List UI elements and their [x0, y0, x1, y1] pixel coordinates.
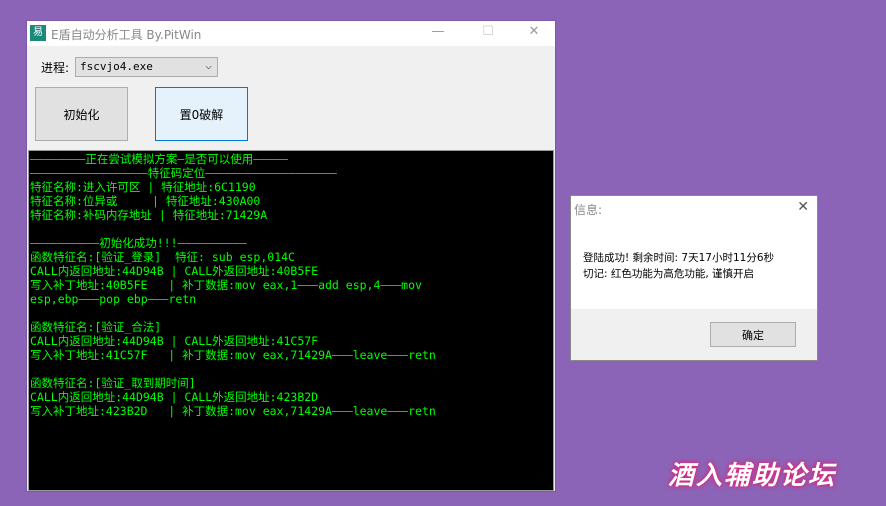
chevron-down-icon: ⌵	[205, 59, 212, 72]
info-dialog: 信息: ✕ 登陆成功! 剩余时间: 7天17小时11分6秒 切记: 红色功能为高…	[570, 195, 818, 361]
dialog-line-1: 登陆成功! 剩余时间: 7天17小时11分6秒	[583, 252, 775, 264]
console-line: 写入补丁地址:423B2D | 补丁数据:mov eax,71429A———le…	[30, 404, 436, 418]
ok-button[interactable]: 确定	[710, 322, 796, 347]
app-icon: 易	[30, 25, 46, 41]
console-line: 写入补丁地址:40B5FE | 补丁数据:mov eax,1———add esp…	[30, 278, 422, 292]
maximize-button[interactable]: ☐	[473, 24, 503, 39]
console-output[interactable]: ————————正在尝试模拟方案—是否可以使用————— ————————————…	[28, 150, 554, 491]
console-line: CALL内返回地址:44D94B | CALL外返回地址:41C57F	[30, 334, 319, 348]
console-line: —————————————————特征码定位——————————————————…	[30, 166, 337, 180]
dialog-title: 信息:	[574, 203, 603, 217]
minimize-button[interactable]: —	[423, 24, 453, 39]
crack-button[interactable]: 置0破解	[155, 87, 248, 141]
console-line: 特征名称:位异或 | 特征地址:430A00	[30, 194, 261, 208]
console-line: ——————————初始化成功!!!——————————	[30, 236, 247, 250]
init-button[interactable]: 初始化	[35, 87, 128, 141]
console-line: 特征名称:补码内存地址 | 特征地址:71429A	[30, 208, 268, 222]
console-line: CALL内返回地址:44D94B | CALL外返回地址:40B5FE	[30, 264, 319, 278]
title-bar: 易 E盾自动分析工具 By.PitWin — ☐ ✕	[27, 21, 555, 46]
main-window: 易 E盾自动分析工具 By.PitWin — ☐ ✕ 进程: fscvjo4.e…	[26, 20, 556, 492]
close-button[interactable]: ✕	[519, 24, 549, 39]
console-line: esp,ebp———pop ebp———retn	[30, 292, 197, 306]
console-line: 函数特征名:[验证_登录] 特征: sub esp,014C	[30, 250, 295, 264]
watermark-logo: 酒入辅助论坛	[668, 461, 837, 491]
process-label: 进程:	[41, 61, 70, 75]
console-line: 函数特征名:[验证_合法]	[30, 320, 162, 334]
console-line: CALL内返回地址:44D94B | CALL外返回地址:423B2D	[30, 390, 319, 404]
process-value: fscvjo4.exe	[80, 60, 153, 73]
window-title: E盾自动分析工具 By.PitWin	[51, 28, 202, 42]
console-line: 函数特征名:[验证_取到期时间]	[30, 376, 196, 390]
dialog-close-icon[interactable]: ✕	[797, 199, 809, 215]
console-line: 特征名称:进入许可区 | 特征地址:6C1190	[30, 180, 256, 194]
dialog-line-2: 切记: 红色功能为高危功能, 谨慎开启	[583, 268, 755, 280]
process-select[interactable]: fscvjo4.exe ⌵	[75, 57, 218, 77]
console-line: 写入补丁地址:41C57F | 补丁数据:mov eax,71429A———le…	[30, 348, 436, 362]
console-line: ————————正在尝试模拟方案—是否可以使用—————	[30, 152, 288, 166]
dialog-message: 登陆成功! 剩余时间: 7天17小时11分6秒 切记: 红色功能为高危功能, 谨…	[583, 250, 774, 282]
